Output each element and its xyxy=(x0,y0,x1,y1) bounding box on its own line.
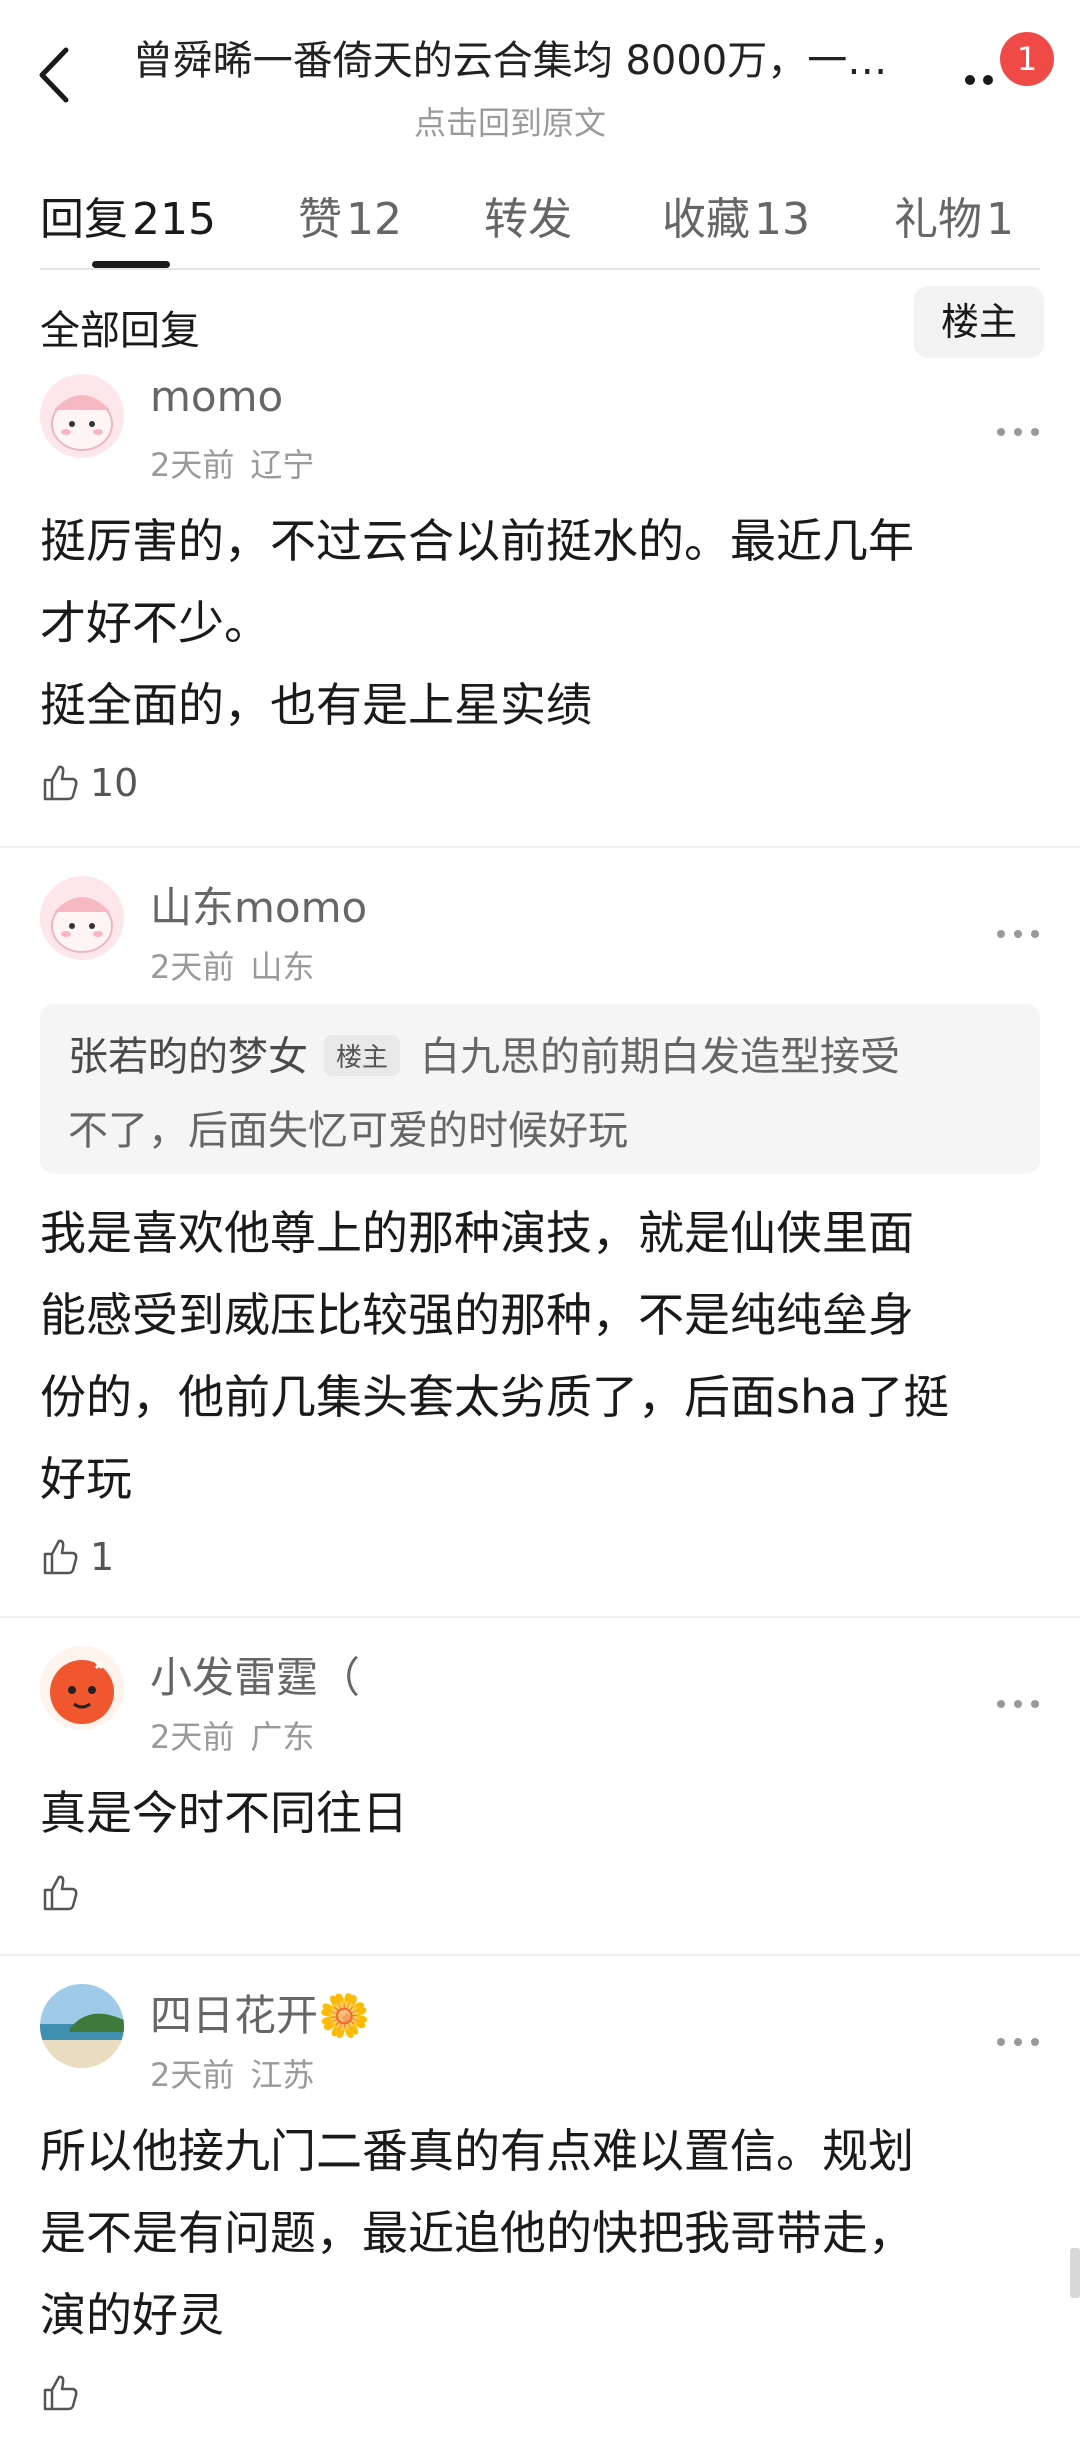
comment-time: 2天前 xyxy=(150,2056,235,2094)
like-button[interactable] xyxy=(40,2368,90,2418)
tab-label: 礼物 xyxy=(894,194,982,245)
tab-reposts[interactable]: 转发 xyxy=(484,183,572,247)
comment-line: 挺全面的，也有是上星实绩 xyxy=(40,678,592,732)
quoted-reply[interactable]: 张若昀的梦女 楼主 白九思的前期白发造型接受 不了，后面失忆可爱的时候好玩 xyxy=(40,1004,1040,1174)
comment-meta: 2天前 广东 xyxy=(150,1712,314,1758)
comment-line: 挺厉害的，不过云合以前挺水的。最近几年 xyxy=(40,514,914,568)
tabs-divider xyxy=(40,268,1040,270)
tab-count: 215 xyxy=(132,194,216,245)
op-badge: 楼主 xyxy=(324,1034,401,1076)
page-title: 曾舜晞一番倚天的云合集均 8000万，一… xyxy=(132,38,888,84)
username[interactable]: 四日花开🌼 xyxy=(150,1982,370,2043)
comment-line: 我是喜欢他尊上的那种演技，就是仙侠里面 xyxy=(40,1206,914,1260)
avatar-image xyxy=(40,1984,124,2068)
comment-divider xyxy=(0,846,1080,848)
all-replies-label: 全部回复 xyxy=(40,308,200,354)
comment-line: 是不是有问题，最近追他的快把我哥带走， xyxy=(40,2206,914,2260)
comment-more-button[interactable] xyxy=(995,2032,1041,2052)
back-to-original-link[interactable]: 点击回到原文 xyxy=(110,98,910,144)
header-title-area[interactable]: 曾舜晞一番倚天的云合集均 8000万，一… 点击回到原文 xyxy=(110,28,910,144)
like-count: 1 xyxy=(90,1534,115,1579)
comment-location: 江苏 xyxy=(250,2056,315,2094)
notification-badge: 1 xyxy=(1000,32,1054,86)
tab-label: 转发 xyxy=(484,194,572,245)
tab-replies[interactable]: 回复215 xyxy=(40,183,216,247)
comment-time: 2天前 xyxy=(150,446,235,484)
comment-line: 好玩 xyxy=(40,1452,132,1506)
comment-divider xyxy=(0,1616,1080,1618)
active-tab-indicator xyxy=(92,261,170,268)
comment-line: 才好不少。 xyxy=(40,596,270,650)
comment-body: 真是今时不同往日 xyxy=(40,1772,1040,1854)
like-count: 10 xyxy=(90,760,139,805)
comment-line: 演的好灵 xyxy=(40,2288,224,2342)
top-bar: 曾舜晞一番倚天的云合集均 8000万，一… 点击回到原文 1 xyxy=(0,0,1080,150)
avatar[interactable] xyxy=(40,1984,124,2068)
tab-label: 收藏 xyxy=(662,194,750,245)
avatar[interactable] xyxy=(40,1646,124,1730)
tab-label: 回复 xyxy=(40,194,128,245)
comment-location: 广东 xyxy=(250,1718,315,1756)
comment-meta: 2天前 江苏 xyxy=(150,2050,314,2096)
tab-label: 赞 xyxy=(298,194,342,245)
quoted-username[interactable]: 张若昀的梦女 xyxy=(68,1034,308,1080)
comment-body: 挺厉害的，不过云合以前挺水的。最近几年 才好不少。 挺全面的，也有是上星实绩 xyxy=(40,500,1040,746)
comment-divider xyxy=(0,1954,1080,1956)
more-dots-icon xyxy=(997,930,1039,938)
like-button[interactable]: 1 xyxy=(40,1532,114,1582)
comment-body: 我是喜欢他尊上的那种演技，就是仙侠里面 能感受到威压比较强的那种，不是纯纯垒身 … xyxy=(40,1192,1040,1520)
tab-gifts[interactable]: 礼物1 xyxy=(894,183,1014,247)
op-only-button[interactable]: 楼主 xyxy=(914,286,1044,358)
comment-location: 山东 xyxy=(250,948,315,986)
comment-meta: 2天前 山东 xyxy=(150,942,314,988)
thumbs-up-icon xyxy=(43,2375,78,2410)
tab-count: 13 xyxy=(754,194,810,245)
like-button[interactable] xyxy=(40,1868,90,1918)
comment-line: 真是今时不同往日 xyxy=(40,1786,408,1840)
avatar-image xyxy=(40,374,124,458)
comment-location: 辽宁 xyxy=(250,446,315,484)
thumbs-up-icon xyxy=(43,1539,78,1574)
tab-count: 1 xyxy=(986,194,1014,245)
comment-line: 能感受到威压比较强的那种，不是纯纯垒身 xyxy=(40,1288,914,1342)
more-dots-icon xyxy=(997,2038,1039,2046)
quoted-text: 不了，后面失忆可爱的时候好玩 xyxy=(68,1108,628,1154)
comment-line: 所以他接九门二番真的有点难以置信。规划 xyxy=(40,2124,914,2178)
back-arrow-icon xyxy=(39,47,69,103)
comment-more-button[interactable] xyxy=(995,924,1041,944)
quoted-reply-line: 张若昀的梦女 楼主 白九思的前期白发造型接受 xyxy=(68,1024,900,1082)
comment-more-button[interactable] xyxy=(995,422,1041,442)
tab-count: 12 xyxy=(346,194,402,245)
more-dots-icon xyxy=(997,428,1039,436)
thumbs-up-icon xyxy=(43,1875,78,1910)
scrollbar-thumb[interactable] xyxy=(1070,2248,1080,2298)
comment-time: 2天前 xyxy=(150,1718,235,1756)
avatar-image xyxy=(40,876,124,960)
comment-body: 所以他接九门二番真的有点难以置信。规划 是不是有问题，最近追他的快把我哥带走， … xyxy=(40,2110,1040,2356)
username[interactable]: momo xyxy=(150,372,283,421)
username[interactable]: 山东momo xyxy=(150,874,367,935)
quoted-text: 白九思的前期白发造型接受 xyxy=(420,1034,901,1080)
thumbs-up-icon xyxy=(43,765,78,800)
comment-meta: 2天前 辽宁 xyxy=(150,440,314,486)
tab-bar: 回复215 赞12 转发 收藏13 礼物1 xyxy=(0,175,1080,270)
username[interactable]: 小发雷霆（ xyxy=(150,1644,360,1705)
more-dots-icon xyxy=(997,1700,1039,1708)
tab-likes[interactable]: 赞12 xyxy=(298,183,402,247)
like-button[interactable]: 10 xyxy=(40,758,138,808)
back-button[interactable] xyxy=(30,40,80,110)
tab-favorites[interactable]: 收藏13 xyxy=(662,183,810,247)
comment-line: 份的，他前几集头套太劣质了，后面sha了挺 xyxy=(40,1370,950,1424)
comment-more-button[interactable] xyxy=(995,1694,1041,1714)
comment-time: 2天前 xyxy=(150,948,235,986)
avatar[interactable] xyxy=(40,374,124,458)
avatar-image xyxy=(40,1646,124,1730)
avatar[interactable] xyxy=(40,876,124,960)
